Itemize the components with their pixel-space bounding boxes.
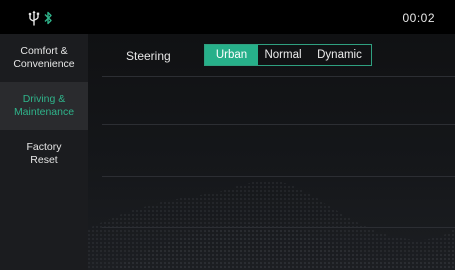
sidebar-item-label: Comfort & Convenience bbox=[13, 45, 75, 70]
divider bbox=[102, 124, 455, 125]
sidebar-item-comfort-convenience[interactable]: Comfort & Convenience bbox=[0, 34, 88, 82]
usb-icon bbox=[28, 10, 40, 26]
steering-option-urban[interactable]: Urban bbox=[205, 45, 258, 65]
divider bbox=[102, 76, 455, 77]
dotted-wave-background bbox=[88, 180, 455, 270]
sidebar-item-label: Driving & Maintenance bbox=[13, 93, 75, 118]
steering-option-normal[interactable]: Normal bbox=[258, 45, 308, 65]
bluetooth-icon bbox=[44, 11, 52, 25]
divider bbox=[102, 227, 455, 228]
divider bbox=[102, 176, 455, 177]
steering-mode-selector: Urban Normal Dynamic bbox=[204, 44, 372, 66]
main-panel: Steering Urban Normal Dynamic bbox=[88, 34, 455, 270]
status-bar: 00:02 bbox=[0, 0, 455, 34]
clock: 00:02 bbox=[402, 11, 435, 25]
steering-label: Steering bbox=[126, 49, 171, 63]
steering-option-dynamic[interactable]: Dynamic bbox=[308, 45, 371, 65]
sidebar-item-label: Factory Reset bbox=[26, 141, 62, 166]
sidebar-item-factory-reset[interactable]: Factory Reset bbox=[0, 130, 88, 178]
sidebar-item-driving-maintenance[interactable]: Driving & Maintenance bbox=[0, 82, 88, 130]
settings-screen: 00:02 Comfort & Convenience Driving & Ma… bbox=[0, 0, 455, 270]
sidebar: Comfort & Convenience Driving & Maintena… bbox=[0, 34, 88, 270]
